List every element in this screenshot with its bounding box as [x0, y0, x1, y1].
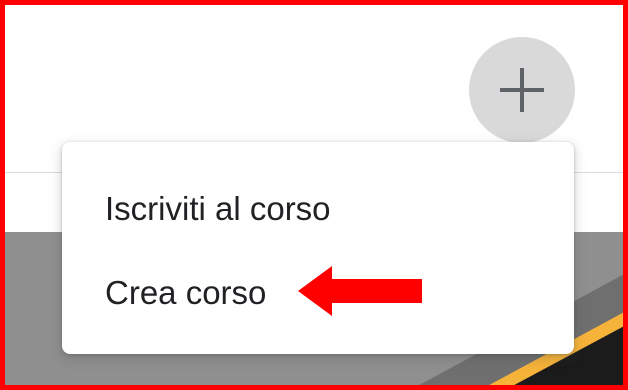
menu-item-join-class[interactable]: Iscriviti al corso [62, 177, 574, 241]
left-arrow-icon [298, 266, 422, 316]
plus-icon [500, 68, 544, 112]
menu-item-label: Crea corso [105, 274, 267, 311]
classroom-page: Iscriviti al corso Crea corso [0, 0, 628, 390]
add-class-button[interactable] [469, 37, 575, 143]
add-class-menu: Iscriviti al corso Crea corso [62, 142, 574, 354]
menu-item-label: Iscriviti al corso [105, 190, 331, 227]
